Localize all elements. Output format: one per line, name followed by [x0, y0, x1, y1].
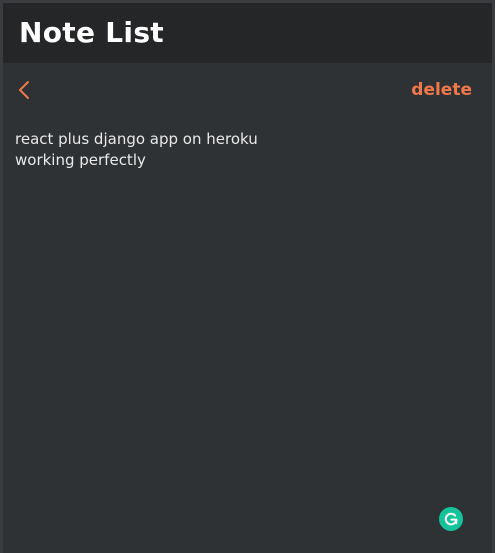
back-button[interactable] — [15, 77, 35, 103]
note-body-textarea[interactable]: react plus django app on heroku working … — [15, 129, 475, 489]
delete-button[interactable]: delete — [411, 79, 472, 101]
chevron-left-icon — [19, 81, 29, 99]
grammar-checker-button[interactable] — [439, 507, 463, 531]
note-app: Note List delete react plus django app o… — [0, 0, 495, 553]
note-toolbar: delete — [3, 63, 492, 119]
header-bar: Note List — [3, 3, 492, 63]
grammarly-icon — [444, 512, 458, 526]
page-title: Note List — [19, 16, 164, 49]
